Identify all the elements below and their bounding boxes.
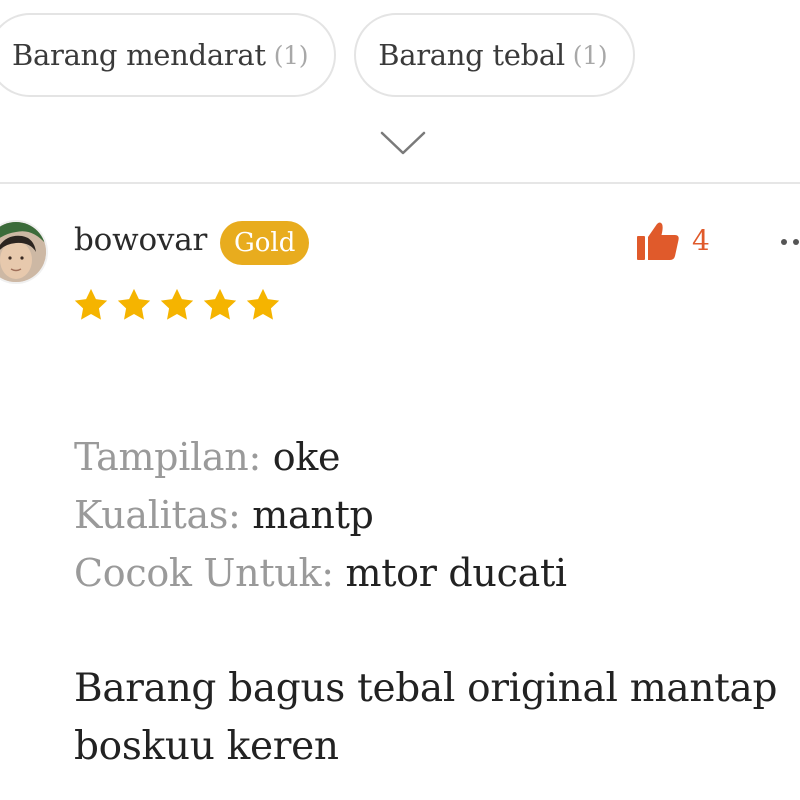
star-icon <box>160 288 194 320</box>
reviewer-username[interactable]: bowovar <box>74 222 207 258</box>
attribute-label: Cocok Untuk: <box>74 551 334 595</box>
filter-chip-label: Barang mendarat <box>12 38 266 72</box>
attribute-label: Tampilan: <box>74 435 261 479</box>
star-icon <box>203 288 237 320</box>
like-count: 4 <box>692 224 710 257</box>
star-icon <box>246 288 280 320</box>
star-icon <box>74 288 108 320</box>
filter-chip-barang-mendarat[interactable]: Barang mendarat (1) <box>0 13 337 97</box>
filter-chips: Barang mendarat (1) Barang tebal (1) <box>0 13 636 97</box>
review-page: Barang mendarat (1) Barang tebal (1) bow… <box>0 0 800 800</box>
attribute-value: mantp <box>240 493 374 537</box>
membership-badge: Gold <box>220 221 310 265</box>
more-options-icon[interactable] <box>778 236 800 248</box>
attribute-value: oke <box>260 435 341 479</box>
avatar[interactable] <box>0 222 46 282</box>
review-attributes: Tampilan: oke Kualitas: mantp Cocok Untuk:… <box>74 428 567 602</box>
section-divider <box>0 182 800 184</box>
attribute-value: mtor ducati <box>333 551 567 595</box>
star-icon <box>117 288 151 320</box>
review-attribute-row: Kualitas: mantp <box>74 486 567 544</box>
chevron-down-icon[interactable] <box>380 130 426 156</box>
filter-chip-count: (1) <box>273 40 309 70</box>
filter-chip-label: Barang tebal <box>378 38 565 72</box>
review-attribute-row: Tampilan: oke <box>74 428 567 486</box>
review-text: Barang bagus tebal original mantap bosku… <box>74 666 778 769</box>
star-rating <box>72 286 282 324</box>
filter-chip-barang-tebal[interactable]: Barang tebal (1) <box>354 13 636 97</box>
filter-chip-count: (1) <box>572 40 608 70</box>
thumbs-up-icon[interactable] <box>636 221 680 261</box>
attribute-label: Kualitas: <box>74 493 241 537</box>
review-attribute-row: Cocok Untuk: mtor ducati <box>74 544 567 602</box>
